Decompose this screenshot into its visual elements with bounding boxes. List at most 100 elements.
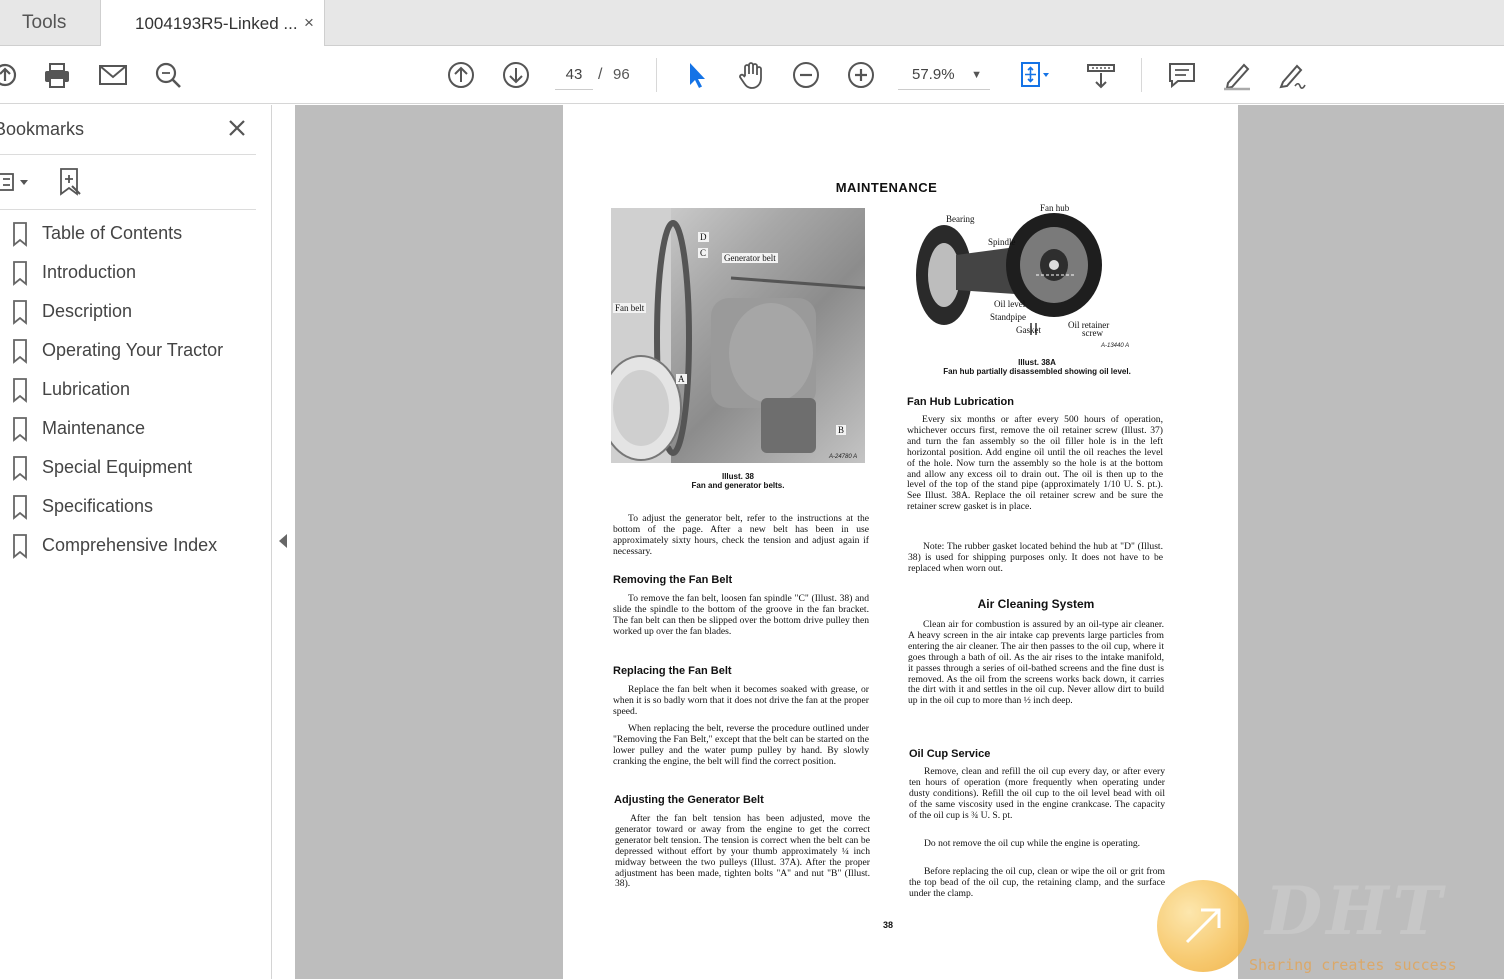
caption-title: Illust. 38: [721, 472, 754, 481]
close-icon[interactable]: [226, 117, 248, 139]
oil-cup-service-text-2: Do not remove the oil cup while the engi…: [924, 838, 1141, 849]
toolbar-divider: [656, 58, 657, 92]
oil-cup-service-heading: Oil Cup Service: [909, 748, 991, 760]
bookmarks-panel: Bookmarks Table of Contents Introduction…: [0, 105, 272, 979]
bookmark-icon: [13, 534, 27, 559]
watermark-logo: [1157, 880, 1249, 972]
close-tab-icon[interactable]: ×: [300, 14, 318, 32]
oil-cup-service-text-1: Remove, clean and refill the oil cup eve…: [909, 766, 1165, 821]
bookmark-label: Comprehensive Index: [42, 535, 218, 555]
bookmark-icon: [13, 417, 27, 442]
chevron-down-icon: ▼: [971, 69, 982, 81]
bookmark-label: Introduction: [42, 262, 137, 282]
bookmark-label: Specifications: [42, 496, 154, 516]
tab-document[interactable]: 1004193R5-Linked ...: [100, 0, 325, 47]
adjusting-generator-belt-text: After the fan belt tension has been adju…: [615, 813, 870, 890]
bookmark-options-icon[interactable]: [0, 170, 36, 196]
bookmark-item-introduction[interactable]: Introduction: [0, 256, 256, 295]
hub-label-oil-level: Oil level: [994, 299, 1026, 309]
bookmark-label: Maintenance: [42, 418, 146, 438]
add-bookmark-icon[interactable]: [56, 166, 84, 198]
bookmark-icon: [13, 456, 27, 481]
tab-tools[interactable]: Tools: [0, 0, 100, 46]
print-icon[interactable]: [40, 58, 74, 92]
highlight-icon[interactable]: [1220, 58, 1254, 92]
email-icon[interactable]: [96, 58, 130, 92]
air-cleaning-heading: Air Cleaning System: [977, 597, 1095, 611]
illust-38a-caption: Illust. 38A Fan hub partially disassembl…: [908, 358, 1166, 376]
hub-label-bearing: Bearing: [946, 214, 975, 224]
bookmark-item-operating-your-tractor[interactable]: Operating Your Tractor: [0, 334, 256, 373]
photo-label-d: D: [698, 232, 709, 242]
select-cursor-icon[interactable]: [680, 58, 714, 92]
dht-watermark: DHT Sharing creates success: [1155, 872, 1504, 979]
page-footer-number: 38: [883, 920, 894, 930]
bookmark-label: Special Equipment: [42, 457, 193, 477]
bookmark-item-specifications[interactable]: Specifications: [0, 490, 256, 529]
removing-fan-belt-text: To remove the fan belt, loosen fan spind…: [613, 593, 869, 637]
oil-cup-service-text-3: Before replacing the oil cup, clean or w…: [909, 866, 1165, 899]
sign-icon[interactable]: [1275, 58, 1309, 92]
zoom-dropdown[interactable]: 57.9% ▼: [898, 60, 990, 90]
toolbar: / 96 57.9% ▼: [0, 46, 1504, 104]
caption-text: Fan and generator belts.: [691, 481, 785, 490]
adjusting-generator-belt-heading: Adjusting the Generator Belt: [614, 794, 764, 806]
bookmark-icon: [13, 300, 27, 325]
hub-code: A-13440 A: [1101, 343, 1130, 349]
hub-label-standpipe: Standpipe: [990, 312, 1026, 322]
tab-bar: Tools 1004193R5-Linked ... ×: [0, 0, 1504, 47]
comment-icon[interactable]: [1165, 58, 1199, 92]
tab-document-label: 1004193R5-Linked ...: [135, 14, 298, 33]
photo-label-generator-belt: Generator belt: [722, 253, 778, 263]
bookmarks-header: Bookmarks: [0, 105, 256, 155]
air-cleaning-text: Clean air for combustion is assured by a…: [908, 619, 1164, 707]
fan-hub-lubrication-heading: Fan Hub Lubrication: [907, 396, 1014, 408]
bookmark-label: Table of Contents: [42, 223, 183, 243]
replacing-fan-belt-heading: Replacing the Fan Belt: [613, 665, 732, 677]
search-icon[interactable]: [151, 58, 185, 92]
next-page-icon[interactable]: [499, 58, 533, 92]
bookmark-icon: [13, 222, 27, 247]
removing-fan-belt-heading: Removing the Fan Belt: [613, 574, 733, 586]
bookmark-item-special-equipment[interactable]: Special Equipment: [0, 451, 256, 490]
hub-label-fan-hub: Fan hub: [1040, 203, 1070, 213]
zoom-in-icon[interactable]: [844, 58, 878, 92]
hub-label-gasket: Gasket: [1016, 325, 1041, 335]
total-pages: 96: [613, 66, 630, 83]
hand-icon[interactable]: [734, 58, 768, 92]
previous-page-icon[interactable]: [444, 58, 478, 92]
page-separator: /: [598, 66, 603, 83]
photo-label-a: A: [676, 374, 687, 384]
caption-title: Illust. 38A: [1018, 358, 1056, 367]
bookmark-item-description[interactable]: Description: [0, 295, 256, 334]
toolbar-divider: [1141, 58, 1142, 92]
bookmarks-title: Bookmarks: [0, 119, 85, 139]
replacing-fan-belt-text-1: Replace the fan belt when it becomes soa…: [613, 684, 869, 717]
bookmark-item-comprehensive-index[interactable]: Comprehensive Index: [0, 529, 256, 568]
bookmark-label: Operating Your Tractor: [42, 340, 224, 360]
watermark-brand: DHT: [1265, 872, 1446, 950]
upload-icon[interactable]: [0, 58, 22, 92]
scroll-mode-icon[interactable]: [1084, 58, 1118, 92]
page-number-input[interactable]: [555, 60, 593, 90]
photo-label-c: C: [698, 248, 709, 258]
replacing-fan-belt-text-2: When replacing the belt, reverse the pro…: [613, 723, 869, 767]
bookmark-item-lubrication[interactable]: Lubrication: [0, 373, 256, 412]
bookmark-item-maintenance[interactable]: Maintenance: [0, 412, 256, 451]
note-paragraph: Note: The rubber gasket located behind t…: [908, 541, 1163, 574]
fit-page-icon[interactable]: [1016, 58, 1050, 92]
intro-paragraph: To adjust the generator belt, refer to t…: [613, 513, 869, 557]
bookmark-icon: [13, 261, 27, 286]
fan-hub-lubrication-text: Every six months or after every 500 hour…: [907, 414, 1163, 513]
photo-label-b: B: [836, 425, 847, 435]
collapse-panel-icon[interactable]: [276, 530, 290, 552]
photo-label-fan-belt: Fan belt: [613, 303, 647, 313]
document-view[interactable]: MAINTENANCE D C Generator belt Fan belt …: [295, 105, 1504, 979]
pdf-page: MAINTENANCE D C Generator belt Fan belt …: [563, 105, 1238, 979]
photo-code: A-24780 A: [829, 454, 858, 460]
zoom-level: 57.9%: [912, 66, 955, 83]
zoom-out-icon[interactable]: [789, 58, 823, 92]
bookmark-label: Description: [42, 301, 133, 321]
bookmark-item-table-of-contents[interactable]: Table of Contents: [0, 217, 256, 256]
fan-hub-diagram: Fan hub Bearing Spindle Oil level Standp…: [906, 195, 1166, 355]
